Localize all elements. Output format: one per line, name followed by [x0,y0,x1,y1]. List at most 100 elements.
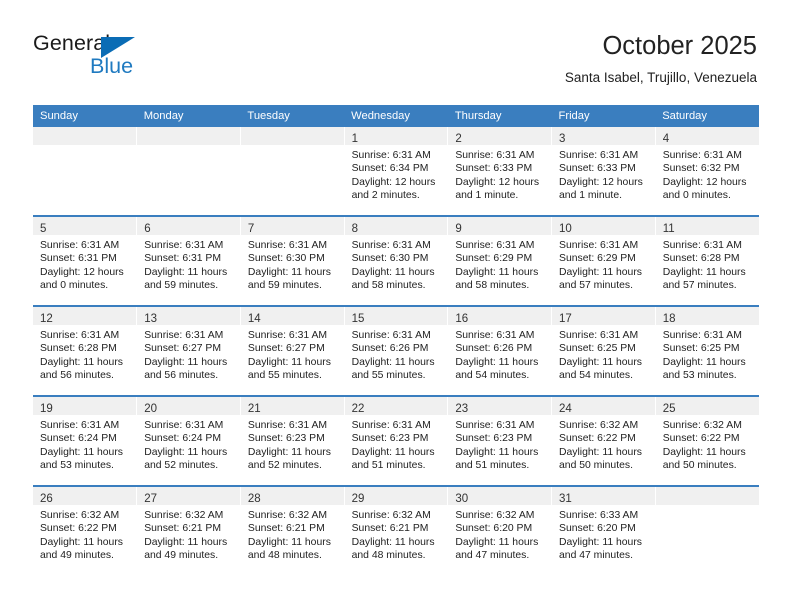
title-block: October 2025 Santa Isabel, Trujillo, Ven… [565,32,757,87]
daylight-text-line2: and 50 minutes. [662,460,737,472]
day-cell[interactable]: 11 Sunrise: 6:31 AM Sunset: 6:28 PM Dayl… [655,215,759,306]
week-row: 26 Sunrise: 6:32 AM Sunset: 6:22 PM Dayl… [33,485,759,575]
daylight-text-line2: and 49 minutes. [144,550,219,562]
day-number: 10 [559,223,572,235]
sunset-text: Sunset: 6:25 PM [559,343,636,355]
daylight-text-line2: and 48 minutes. [247,550,322,562]
day-number: 27 [144,493,157,505]
day-cell[interactable]: 3 Sunrise: 6:31 AM Sunset: 6:33 PM Dayli… [551,127,656,216]
sunset-text: Sunset: 6:26 PM [351,343,429,355]
day-number: 5 [40,223,47,235]
daylight-text-line1: Daylight: 11 hours [247,446,331,458]
daylight-text-line1: Daylight: 11 hours [247,356,331,368]
daylight-text-line2: and 59 minutes. [144,280,219,292]
day-cell[interactable]: 13 Sunrise: 6:31 AM Sunset: 6:27 PM Dayl… [136,305,241,396]
day-cell[interactable]: 30 Sunrise: 6:32 AM Sunset: 6:20 PM Dayl… [447,485,553,575]
day-cell[interactable]: 28 Sunrise: 6:32 AM Sunset: 6:21 PM Dayl… [240,485,345,575]
daylight-text-line1: Daylight: 11 hours [40,446,123,458]
day-cell[interactable]: 19 Sunrise: 6:31 AM Sunset: 6:24 PM Dayl… [33,395,138,486]
sunset-text: Sunset: 6:20 PM [455,523,533,535]
daylight-text-line2: and 50 minutes. [559,460,633,472]
day-cell[interactable]: 15 Sunrise: 6:31 AM Sunset: 6:26 PM Dayl… [344,305,449,396]
day-cell[interactable]: 23 Sunrise: 6:31 AM Sunset: 6:23 PM Dayl… [447,395,553,486]
day-number: 13 [144,313,157,325]
daylight-text-line2: and 47 minutes. [455,550,530,562]
sunrise-text: Sunrise: 6:31 AM [351,420,431,431]
daylight-text-line1: Daylight: 11 hours [351,266,435,278]
sunset-text: Sunset: 6:34 PM [351,163,429,175]
day-number: 8 [351,223,359,235]
weekday-header-friday: Friday [551,105,656,127]
daylight-text-line2: and 54 minutes. [559,370,633,382]
day-number: 11 [662,223,675,235]
day-cell[interactable]: 18 Sunrise: 6:31 AM Sunset: 6:25 PM Dayl… [655,305,759,396]
sunset-text: Sunset: 6:24 PM [144,433,222,445]
sunrise-text: Sunrise: 6:31 AM [559,150,639,161]
weekday-header-saturday: Saturday [655,105,759,127]
sunset-text: Sunset: 6:25 PM [662,343,740,355]
day-cell[interactable] [240,127,345,216]
daylight-text-line2: and 1 minute. [455,190,519,202]
daylight-text-line1: Daylight: 12 hours [662,176,747,188]
day-cell[interactable]: 26 Sunrise: 6:32 AM Sunset: 6:22 PM Dayl… [33,485,138,575]
day-cell[interactable]: 25 Sunrise: 6:32 AM Sunset: 6:22 PM Dayl… [655,395,759,486]
day-cell[interactable]: 27 Sunrise: 6:32 AM Sunset: 6:21 PM Dayl… [136,485,241,575]
daylight-text-line1: Daylight: 11 hours [351,536,435,548]
sunrise-text: Sunrise: 6:31 AM [144,420,224,431]
day-cell[interactable] [33,127,138,216]
sunset-text: Sunset: 6:27 PM [144,343,222,355]
day-number: 24 [559,403,572,415]
sunset-text: Sunset: 6:20 PM [559,523,636,535]
sunrise-text: Sunrise: 6:31 AM [247,420,328,431]
daylight-text-line1: Daylight: 11 hours [455,446,539,458]
day-cell[interactable]: 21 Sunrise: 6:31 AM Sunset: 6:23 PM Dayl… [240,395,345,486]
sunrise-text: Sunrise: 6:31 AM [144,240,224,251]
sunrise-text: Sunrise: 6:31 AM [662,240,742,251]
day-cell[interactable]: 1 Sunrise: 6:31 AM Sunset: 6:34 PM Dayli… [344,127,449,216]
daylight-text-line2: and 56 minutes. [40,370,114,382]
day-number: 7 [247,223,255,235]
sunset-text: Sunset: 6:32 PM [662,163,740,175]
day-cell[interactable]: 8 Sunrise: 6:31 AM Sunset: 6:30 PM Dayli… [344,215,449,306]
day-cell[interactable] [655,485,759,575]
day-cell[interactable]: 10 Sunrise: 6:31 AM Sunset: 6:29 PM Dayl… [551,215,656,306]
day-cell[interactable]: 29 Sunrise: 6:32 AM Sunset: 6:21 PM Dayl… [344,485,449,575]
day-cell[interactable]: 4 Sunrise: 6:31 AM Sunset: 6:32 PM Dayli… [655,127,759,216]
day-number: 25 [662,403,676,415]
day-cell[interactable]: 22 Sunrise: 6:31 AM Sunset: 6:23 PM Dayl… [344,395,449,486]
sunset-text: Sunset: 6:22 PM [662,433,740,445]
day-number: 4 [662,133,670,145]
daylight-text-line2: and 48 minutes. [351,550,426,562]
daylight-text-line1: Daylight: 11 hours [559,536,642,548]
day-number: 17 [559,313,572,325]
day-number: 6 [144,223,151,235]
day-cell[interactable]: 7 Sunrise: 6:31 AM Sunset: 6:30 PM Dayli… [240,215,345,306]
day-cell[interactable]: 31 Sunrise: 6:33 AM Sunset: 6:20 PM Dayl… [551,485,656,575]
sunrise-text: Sunrise: 6:31 AM [351,240,431,251]
day-cell[interactable]: 14 Sunrise: 6:31 AM Sunset: 6:27 PM Dayl… [240,305,345,396]
day-cell[interactable]: 17 Sunrise: 6:31 AM Sunset: 6:25 PM Dayl… [551,305,656,396]
day-cell[interactable]: 20 Sunrise: 6:31 AM Sunset: 6:24 PM Dayl… [136,395,241,486]
day-cell[interactable]: 6 Sunrise: 6:31 AM Sunset: 6:31 PM Dayli… [136,215,241,306]
day-number: 1 [351,133,359,145]
day-number: 3 [559,133,566,145]
day-cell[interactable]: 2 Sunrise: 6:31 AM Sunset: 6:33 PM Dayli… [447,127,553,216]
day-cell[interactable]: 24 Sunrise: 6:32 AM Sunset: 6:22 PM Dayl… [551,395,656,486]
general-blue-logo[interactable]: General Blue [33,31,213,81]
day-cell[interactable]: 9 Sunrise: 6:31 AM Sunset: 6:29 PM Dayli… [447,215,553,306]
sunset-text: Sunset: 6:33 PM [455,163,533,175]
sunrise-text: Sunrise: 6:31 AM [351,330,431,341]
sunset-text: Sunset: 6:21 PM [144,523,222,535]
sunrise-text: Sunrise: 6:31 AM [455,240,535,251]
week-row: 12 Sunrise: 6:31 AM Sunset: 6:28 PM Dayl… [33,305,759,396]
day-cell[interactable]: 16 Sunrise: 6:31 AM Sunset: 6:26 PM Dayl… [447,305,553,396]
sunrise-text: Sunrise: 6:32 AM [662,420,742,431]
day-cell[interactable] [136,127,241,216]
day-number: 9 [455,223,462,235]
day-cell[interactable]: 12 Sunrise: 6:31 AM Sunset: 6:28 PM Dayl… [33,305,138,396]
day-cell[interactable]: 5 Sunrise: 6:31 AM Sunset: 6:31 PM Dayli… [33,215,138,306]
day-number: 21 [247,403,261,415]
page-subtitle: Santa Isabel, Trujillo, Venezuela [564,70,757,86]
logo-text-general: General [33,31,111,55]
daylight-text-line1: Daylight: 11 hours [40,356,123,368]
